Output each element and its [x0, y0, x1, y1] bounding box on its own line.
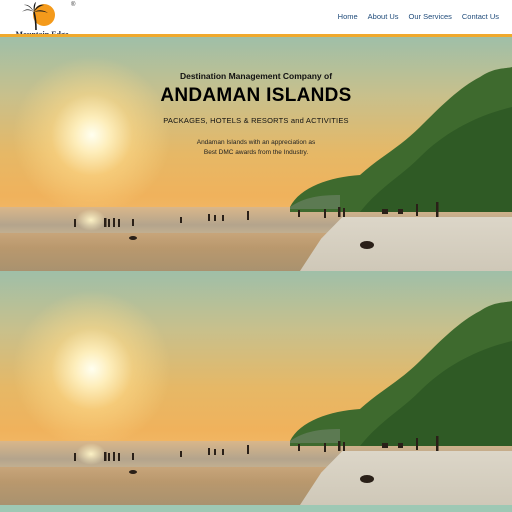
hero-title: ANDAMAN ISLANDS: [160, 85, 352, 106]
hero-banner: Destination Management Company of ANDAMA…: [0, 37, 512, 271]
hero-award-line-1: Andaman Islands with an appreciation as: [196, 139, 316, 146]
hero-services: PACKAGES, HOTELS & RESORTS and ACTIVITIE…: [163, 116, 349, 125]
registered-mark: ®: [71, 2, 76, 8]
footer-band: [0, 505, 512, 512]
hero-award-line-2: Best DMC awards from the Industry.: [203, 149, 309, 156]
site-header: ® Mountain Edge TOURS & TRAVELS · ANDAMA…: [0, 0, 512, 42]
hero-subtitle: Destination Management Company of: [179, 71, 333, 81]
nav-item-our-services[interactable]: Our Services: [404, 12, 457, 21]
nav-item-contact-us[interactable]: Contact Us: [457, 12, 504, 21]
nav-item-about-us[interactable]: About Us: [363, 12, 404, 21]
coastline-forest: [74, 301, 512, 483]
hero-image-repeat: [0, 271, 512, 505]
main-nav: Home About Us Our Services Contact Us: [333, 12, 504, 21]
palm-tree-icon: [22, 2, 48, 30]
nav-item-home[interactable]: Home: [333, 12, 363, 21]
